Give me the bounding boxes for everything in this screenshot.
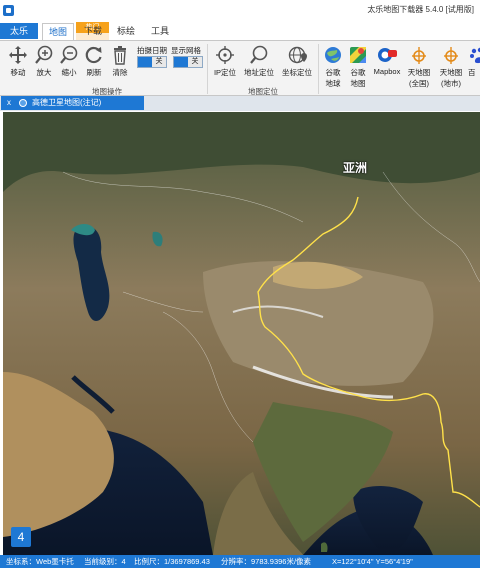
map-view[interactable]: 亚洲 4	[3, 112, 480, 555]
tianditu-city-label-1: 天地图	[439, 68, 463, 77]
search-icon	[250, 45, 268, 64]
app-logo-icon	[3, 5, 14, 16]
refresh-icon	[85, 46, 102, 64]
move-button[interactable]: 移动	[6, 45, 30, 78]
title-bar: 太乐地图下载器 5.4.0 [试用版]	[0, 0, 480, 20]
baidu-label: 百	[468, 68, 476, 77]
status-coord-system: 坐标系：Web墨卡托	[6, 557, 74, 566]
mapbox-label: Mapbox	[373, 67, 401, 76]
coord-locate-label: 坐标定位	[282, 68, 312, 77]
show-grid-label: 显示网格	[171, 46, 201, 55]
map-document-tab[interactable]: x 高德卫星地图(注记)	[1, 96, 144, 110]
tab-app-menu[interactable]: 太乐	[0, 23, 38, 39]
google-map-label-1: 谷歌	[350, 68, 366, 77]
window-title: 太乐地图下载器 5.4.0 [试用版]	[367, 5, 474, 14]
status-cursor-coords: X=122°10'4" Y=56°4'19"	[332, 557, 413, 566]
map-tab-title: 高德卫星地图(注记)	[32, 98, 102, 107]
tianditu-all-label-1: 天地图	[407, 68, 431, 77]
tianditu-icon	[412, 47, 426, 64]
baidu-button[interactable]: 百	[468, 45, 480, 78]
zoom-out-icon	[60, 45, 78, 64]
ip-locate-button[interactable]: IP定位	[212, 45, 238, 78]
capture-date-label: 拍摄日期	[137, 46, 167, 55]
globe-icon	[19, 99, 27, 107]
status-level: 当前级别：4	[84, 557, 126, 566]
close-tab-button[interactable]: x	[7, 96, 11, 110]
capture-date-state: 关	[152, 57, 166, 67]
address-locate-label: 地址定位	[244, 68, 274, 77]
tianditu-icon	[444, 47, 458, 64]
move-label: 移动	[10, 68, 26, 77]
toggle-on-part	[138, 57, 153, 67]
status-scale: 比例尺：1/3697869.43	[134, 557, 210, 566]
tab-map[interactable]: 地图	[42, 23, 74, 40]
ribbon-panel: 移动 放大 缩小 刷新 清除 拍摄日期 关 显示网格 关 地图操作 IP定位 地…	[0, 40, 480, 96]
google-earth-icon	[325, 47, 341, 63]
zoom-level-badge: 4	[11, 527, 31, 547]
google-earth-label-1: 谷歌	[325, 68, 341, 77]
baidu-paw-icon	[470, 47, 480, 64]
show-grid-toggle[interactable]: 关	[173, 56, 203, 68]
tianditu-all-label-2: (全国)	[409, 79, 429, 88]
address-locate-button[interactable]: 地址定位	[243, 45, 275, 78]
tab-tools[interactable]: 工具	[146, 23, 174, 39]
ribbon-separator	[207, 44, 208, 94]
satellite-map-image	[3, 112, 480, 555]
refresh-button[interactable]: 刷新	[82, 45, 106, 78]
zoom-in-icon	[35, 45, 53, 64]
region-label-asia: 亚洲	[343, 161, 368, 175]
mapbox-icon	[378, 48, 397, 62]
document-tab-bar: x 高德卫星地图(注记)	[0, 96, 480, 111]
google-maps-icon	[350, 47, 366, 63]
ip-locate-label: IP定位	[213, 68, 237, 77]
globe-pin-icon	[288, 46, 307, 64]
zoom-out-label: 缩小	[61, 68, 77, 77]
toggle-on-part	[174, 57, 189, 67]
move-icon	[9, 46, 27, 64]
google-map-label-2: 地图	[350, 79, 366, 88]
google-earth-label-2: 地球	[325, 79, 341, 88]
tab-download[interactable]: 下载	[78, 23, 108, 39]
tab-mark[interactable]: 标绘	[112, 23, 140, 39]
google-map-button[interactable]: 谷歌 地图	[346, 45, 370, 89]
ribbon-tab-bar: 太乐 地图 热门 下载 标绘 工具	[0, 20, 480, 41]
show-grid-state: 关	[188, 57, 202, 67]
refresh-label: 刷新	[86, 68, 102, 77]
zoom-in-label: 放大	[36, 68, 52, 77]
clear-label: 清除	[112, 68, 128, 77]
clear-button[interactable]: 清除	[108, 45, 132, 78]
tianditu-city-label-2: (地市)	[441, 79, 461, 88]
tianditu-city-button[interactable]: 天地图 (地市)	[437, 45, 465, 89]
capture-date-toggle[interactable]: 关	[137, 56, 167, 68]
tianditu-all-button[interactable]: 天地图 (全国)	[405, 45, 433, 89]
status-resolution: 分辨率：9783.9396米/像素	[221, 557, 312, 566]
zoom-out-button[interactable]: 缩小	[57, 45, 81, 78]
ribbon-separator	[318, 44, 319, 94]
status-bar: 坐标系：Web墨卡托 当前级别：4 比例尺：1/3697869.43 分辨率：9…	[0, 555, 480, 568]
google-earth-button[interactable]: 谷歌 地球	[321, 45, 345, 89]
mapbox-button[interactable]: Mapbox	[372, 45, 402, 76]
crosshair-icon	[216, 46, 234, 64]
trash-icon	[114, 46, 126, 65]
zoom-in-button[interactable]: 放大	[32, 45, 56, 78]
coord-locate-button[interactable]: 坐标定位	[281, 45, 313, 78]
